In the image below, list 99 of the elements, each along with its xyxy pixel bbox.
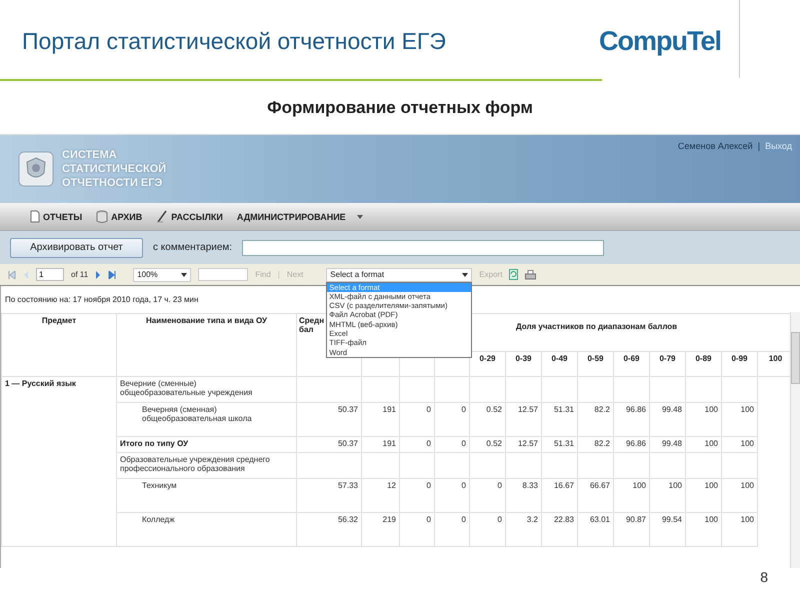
table-cell: 0.52 — [470, 436, 506, 452]
table-cell: Вечерняя (сменная) общеобразовательная школа — [116, 402, 296, 436]
table-cell: 100 — [722, 436, 758, 452]
page-icon — [30, 210, 40, 223]
table-cell: 82.2 — [578, 436, 614, 452]
report-date: По состоянию на: 17 ноября 2010 года, 17 ч. 23 мин — [5, 295, 198, 304]
scroll-thumb[interactable] — [791, 332, 800, 384]
table-cell: 90.87 — [614, 512, 650, 546]
table-cell: 57.33 — [296, 478, 362, 512]
table-cell: 51.31 — [542, 436, 578, 452]
table-cell: 51.31 — [542, 402, 578, 436]
table-cell: 99.48 — [650, 402, 686, 436]
dropdown-arrow-icon — [181, 272, 188, 276]
table-cell: 8.33 — [506, 478, 542, 512]
last-page-icon[interactable] — [108, 270, 116, 278]
table-cell: 12 — [362, 478, 400, 512]
table-cell: 50.37 — [296, 436, 362, 452]
table-cell: 219 — [362, 512, 400, 546]
table-cell: 0 — [434, 512, 470, 546]
comment-label: с комментарием: — [153, 242, 232, 253]
table-cell: 100 — [614, 478, 650, 512]
table-cell: 100 — [722, 402, 758, 436]
column-header: 0-39 — [506, 352, 542, 376]
page-field[interactable]: 1 — [36, 268, 64, 281]
column-header: 0-69 — [614, 352, 650, 376]
table-cell: 22.83 — [542, 512, 578, 546]
table-cell: Техникум — [116, 478, 296, 512]
table-cell: 12.57 — [506, 436, 542, 452]
table-cell: 96.86 — [614, 402, 650, 436]
table-cell: Итого по типу ОУ — [116, 436, 296, 452]
crest-icon — [18, 151, 54, 187]
page-number: 8 — [759, 568, 769, 585]
printer-icon[interactable] — [525, 270, 536, 280]
table-cell: 82.2 — [578, 402, 614, 436]
table-cell: 96.86 — [614, 436, 650, 452]
format-dropdown[interactable]: Select a format — [326, 268, 472, 282]
table-cell: 3.2 — [506, 512, 542, 546]
column-header: 0-29 — [470, 352, 506, 376]
table-cell: 0 — [400, 402, 434, 436]
table-cell: 16.67 — [542, 478, 578, 512]
refresh-icon[interactable] — [509, 269, 518, 280]
column-header: 0-49 — [542, 352, 578, 376]
pen-icon — [156, 210, 168, 223]
table-cell: 0 — [470, 512, 506, 546]
menu-item[interactable]: РАССЫЛКИ — [156, 210, 223, 223]
table-cell: 100 — [650, 478, 686, 512]
logo: CompuTel — [599, 24, 721, 56]
find-field[interactable] — [198, 268, 248, 281]
column-header: Предмет — [2, 314, 116, 376]
table-cell: 0 — [434, 436, 470, 452]
column-header: 0-99 — [722, 352, 758, 376]
table-cell: 56.32 — [296, 512, 362, 546]
table-cell: 100 — [686, 478, 722, 512]
system-name: СИСТЕМА СТАТИСТИЧЕСКОЙ ОТЧЕТНОСТИ ЕГЭ — [62, 148, 168, 190]
column-header: 0-89 — [686, 352, 722, 376]
table-cell: 100 — [686, 512, 722, 546]
menu-item[interactable]: ОТЧЕТЫ — [30, 210, 82, 223]
table-cell: 99.54 — [650, 512, 686, 546]
first-page-icon[interactable] — [8, 270, 16, 278]
table-cell: 0 — [470, 478, 506, 512]
table-cell: Вечерние (сменные) общеобразовательные учреждения — [116, 376, 296, 402]
table-cell: 0 — [400, 436, 434, 452]
table-cell: 0.52 — [470, 402, 506, 436]
table-cell: Образовательные учреждения среднего профессионального образования — [116, 452, 296, 478]
column-header: Наименование типа и вида ОУ — [116, 314, 296, 376]
column-header: 0-79 — [650, 352, 686, 376]
separator: | — [278, 270, 280, 279]
table-cell: 63.01 — [578, 512, 614, 546]
comment-field[interactable] — [242, 240, 604, 256]
table-cell: 100 — [686, 436, 722, 452]
menu-item[interactable]: АДМИНИСТРИРОВАНИЕ — [236, 212, 363, 222]
table-cell: 0 — [400, 512, 434, 546]
table-cell: 66.67 — [578, 478, 614, 512]
user-name: Семенов Алексей — [678, 141, 753, 151]
subject-cell: 1 — Русский язык — [2, 376, 116, 546]
page-count: of 11 — [71, 270, 88, 279]
zoom-dropdown[interactable]: 100% — [133, 268, 192, 282]
archive-button[interactable]: Архивировать отчет — [10, 238, 143, 258]
table-cell: 191 — [362, 402, 400, 436]
table-cell: 100 — [722, 478, 758, 512]
table-cell: 0 — [400, 478, 434, 512]
table-cell: 99.48 — [650, 436, 686, 452]
cylinder-icon — [96, 210, 108, 223]
table-cell: 191 — [362, 436, 400, 452]
next-page-icon[interactable] — [95, 270, 102, 278]
table-cell: 0 — [434, 478, 470, 512]
column-header: 0-59 — [578, 352, 614, 376]
slide-subtitle: Формирование отчетных форм — [266, 97, 534, 119]
separator: | — [758, 141, 760, 151]
slide-title: Портал статистической отчетности ЕГЭ — [22, 26, 446, 54]
table-cell: 50.37 — [296, 402, 362, 436]
scrollbar[interactable] — [790, 312, 800, 568]
table-cell: Колледж — [116, 512, 296, 546]
table-cell: 100 — [722, 512, 758, 546]
dropdown-arrow-icon — [462, 272, 468, 276]
table-cell: 100 — [686, 402, 722, 436]
table-cell: 12.57 — [506, 402, 542, 436]
table-cell: 0 — [434, 402, 470, 436]
menu-item[interactable]: АРХИВ — [96, 210, 142, 223]
